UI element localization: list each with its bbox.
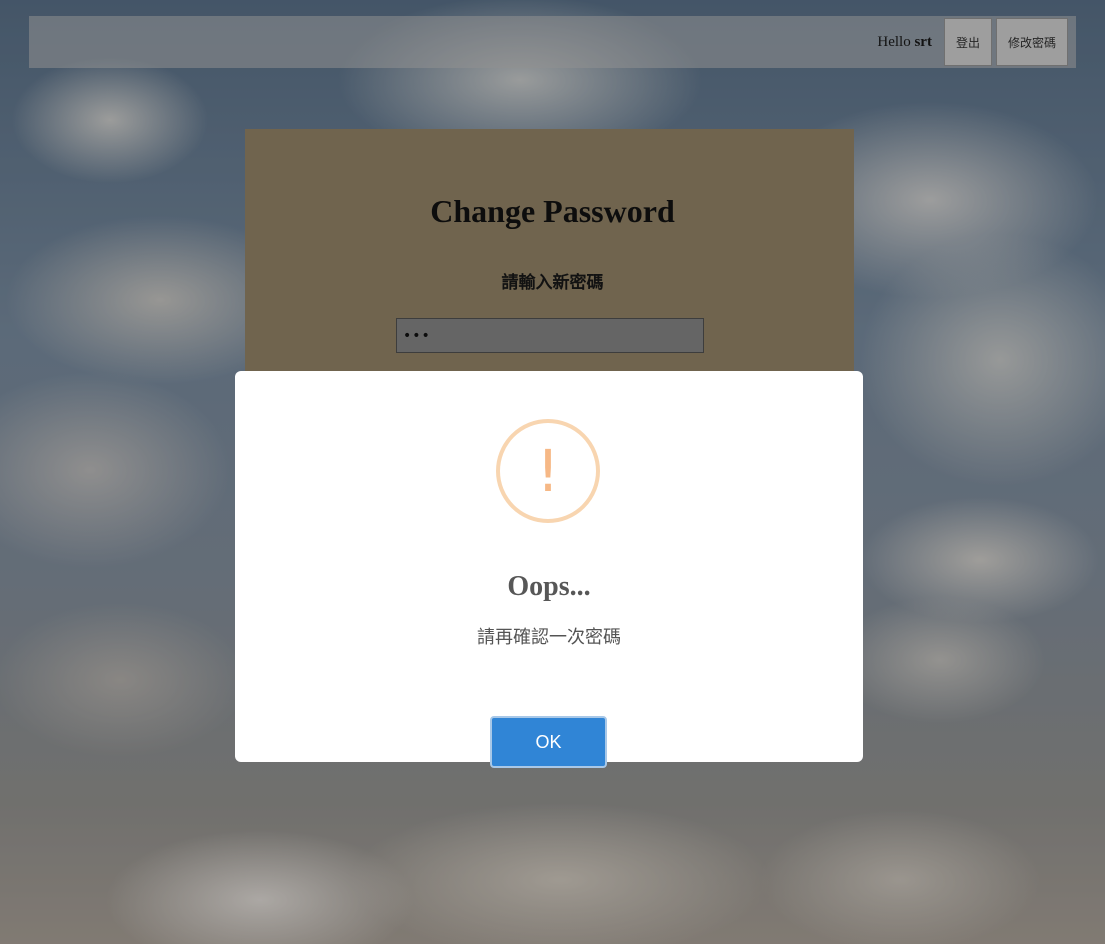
warning-icon: ! xyxy=(496,419,600,523)
alert-title: Oops... xyxy=(507,571,591,602)
exclamation-mark: ! xyxy=(536,437,560,505)
ok-button[interactable]: OK xyxy=(490,716,607,768)
alert-message: 請再確認一次密碼 xyxy=(477,627,621,648)
alert-dialog: ! Oops... 請再確認一次密碼 OK xyxy=(235,371,863,768)
